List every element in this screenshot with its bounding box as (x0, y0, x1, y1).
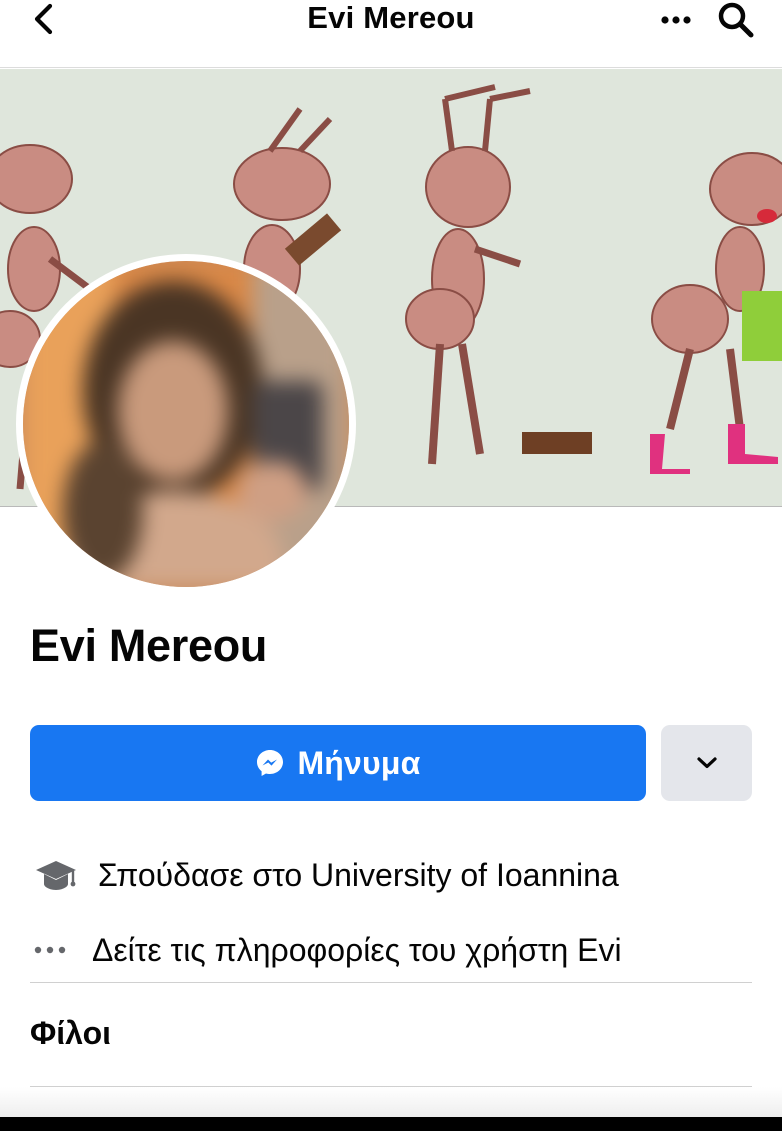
friends-section-title: Φίλοι (30, 1015, 111, 1051)
message-button-label: Μήνυμα (297, 744, 421, 781)
profile-avatar[interactable] (16, 254, 356, 594)
education-row: Σπούδασε στο University of Ioannina (30, 855, 619, 895)
divider (30, 982, 752, 983)
bottom-fade (0, 1087, 782, 1117)
search-icon (718, 2, 754, 38)
profile-photo (23, 261, 349, 587)
more-options-button[interactable] (659, 4, 695, 34)
messenger-icon (257, 750, 284, 776)
message-button[interactable]: Μήνυμα (30, 725, 646, 801)
see-about-info-row[interactable]: Δείτε τις πληροφορίες του χρήστη Evi (30, 930, 622, 970)
profile-name: Evi Mereou (30, 620, 268, 671)
chevron-down-icon (696, 757, 717, 769)
more-horizontal-icon (34, 946, 66, 954)
search-button[interactable] (716, 0, 756, 38)
see-about-info-text: Δείτε τις πληροφορίες του χρήστη Evi (92, 932, 622, 968)
graduation-cap-icon (36, 861, 76, 890)
more-actions-dropdown-button[interactable] (661, 725, 752, 801)
bottom-edge (0, 1117, 782, 1131)
top-navigation-bar: Evi Mereou (0, 0, 782, 68)
more-horizontal-icon (661, 16, 691, 24)
education-text: Σπούδασε στο University of Ioannina (98, 857, 619, 893)
